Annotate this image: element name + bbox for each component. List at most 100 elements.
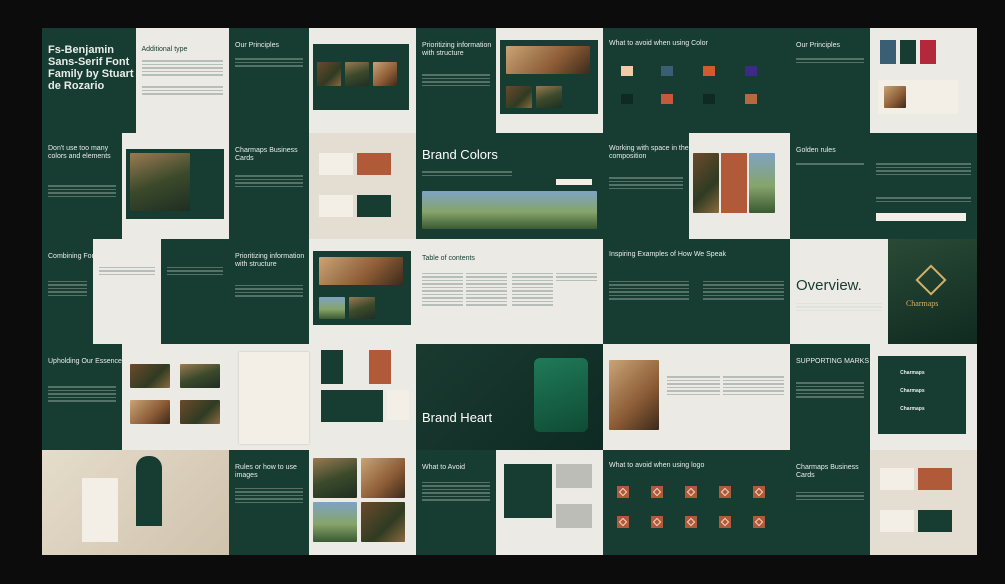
photo — [180, 400, 221, 425]
photo — [373, 62, 398, 86]
canvas: { "colors": {"background": "#0c0c0d", "g… — [0, 0, 1005, 584]
photo — [130, 153, 191, 212]
slide-heading: Golden rules — [796, 147, 836, 155]
supporting-mark: Charmaps — [900, 388, 925, 395]
logo-tile-icon — [651, 485, 663, 498]
supporting-mark: Charmaps — [900, 370, 925, 377]
product-bottle — [534, 358, 588, 433]
photo — [422, 191, 597, 230]
card-green — [321, 350, 343, 385]
body-text-block — [796, 380, 865, 400]
slide-heading: Working with space in the composition — [609, 145, 689, 161]
poster — [720, 153, 747, 214]
photo — [130, 364, 171, 389]
slide-golden-rules: Golden rules — [790, 133, 977, 239]
slide-combining-fonts: Combining Fonts — [42, 238, 229, 345]
slide-heading: Our Principles — [235, 42, 279, 49]
body-text-block — [723, 374, 784, 397]
logo-tile-icon — [753, 485, 765, 498]
slide-brand-heart: Brand Heart — [416, 344, 603, 450]
slide-business-cards-2: Charmaps Business Cards — [790, 449, 977, 555]
body-text-block — [796, 56, 865, 65]
slide-heading: Upholding Our Essence — [48, 358, 122, 366]
color-swatch — [621, 94, 633, 104]
tall-label — [136, 455, 162, 526]
tag-pill — [556, 179, 592, 186]
slide-table-of-contents: Table of contents — [416, 238, 603, 345]
photo — [317, 62, 342, 86]
toc-column — [466, 271, 507, 308]
logo-tile-icon — [719, 485, 731, 498]
menu-card — [82, 477, 118, 542]
body-text-block — [422, 169, 512, 178]
envelope — [321, 390, 383, 423]
slide-rules-images: Rules or how to use images — [229, 449, 416, 555]
slide-heading: Charmaps Business Cards — [235, 147, 298, 163]
slide-heading: Inspiring Examples of How We Speak — [609, 250, 726, 258]
slide-heading: Brand Colors — [422, 147, 498, 163]
logo-tile-icon — [719, 515, 731, 528]
slide-heading: Overview. — [796, 276, 862, 294]
photo — [748, 153, 775, 214]
slide-supporting-marks: SUPPORTING MARKS Charmaps Charmaps Charm… — [790, 344, 977, 450]
body-text-block — [876, 195, 971, 204]
mockup-book — [920, 40, 937, 64]
slide-business-cards-1: Charmaps Business Cards — [229, 133, 416, 239]
card-rust — [369, 350, 391, 385]
photo — [130, 400, 171, 425]
color-swatch — [745, 94, 757, 104]
body-text-block — [48, 279, 87, 299]
body-text-block — [48, 384, 117, 404]
body-text-block — [235, 486, 304, 506]
slide-our-principles-1: Our Principles — [229, 28, 416, 134]
business-card-back — [918, 467, 953, 490]
logo-tile-icon — [685, 485, 697, 498]
photo — [884, 86, 907, 108]
business-card-front — [319, 153, 354, 176]
slide-stationery — [229, 344, 416, 450]
slide-story — [603, 344, 790, 450]
business-card-back — [918, 509, 953, 532]
marks-board — [878, 356, 967, 435]
color-swatch — [661, 66, 673, 76]
color-swatch — [621, 66, 633, 76]
slide-heading: SUPPORTING MARKS — [796, 358, 869, 366]
body-text-block — [703, 279, 784, 302]
color-swatch — [703, 94, 715, 104]
slide-working-space: Working with space in the composition — [603, 133, 790, 239]
slide-dont-use: Don't use too many colors and elements — [42, 133, 229, 239]
slide-heading: Our Principles — [796, 42, 840, 49]
photo — [506, 46, 591, 74]
supporting-mark: Charmaps — [900, 406, 925, 413]
color-swatch — [703, 66, 715, 76]
slide-packaging — [42, 449, 229, 555]
toc-column — [422, 271, 463, 308]
body-text-block — [796, 161, 865, 167]
slide-overview: Overview. Charmaps — [790, 238, 977, 345]
mockup-card — [556, 503, 593, 528]
logo-tile-icon — [651, 515, 663, 528]
logo-tile-icon — [617, 485, 629, 498]
photo — [313, 501, 358, 542]
slide-prioritizing-2: Prioritizing information with structure — [229, 238, 416, 345]
body-text-block — [796, 490, 865, 503]
body-text-block — [609, 175, 683, 191]
slide-prioritizing-1: Prioritizing information with structure — [416, 28, 603, 134]
body-text-block — [235, 283, 304, 299]
mockup-card — [504, 463, 553, 518]
body-text-block — [609, 279, 689, 302]
body-text-block — [422, 480, 491, 503]
slide-heading: What to Avoid — [422, 463, 466, 471]
photo — [313, 457, 358, 498]
slide-heading: Prioritizing information with structure — [235, 252, 305, 268]
photo — [345, 62, 370, 86]
photo — [361, 501, 406, 542]
business-card-front — [319, 195, 354, 218]
toc-column — [512, 271, 553, 308]
body-text-block — [876, 161, 971, 177]
photo — [506, 86, 533, 108]
slide-heading: Charmaps Business Cards — [796, 463, 859, 479]
slide-cover: Fs-Benjamin Sans-Serif Font Family by St… — [42, 28, 229, 134]
slide-what-to-avoid: What to Avoid — [416, 449, 603, 555]
cover-title: Fs-Benjamin Sans-Serif Font Family by St… — [48, 44, 134, 92]
